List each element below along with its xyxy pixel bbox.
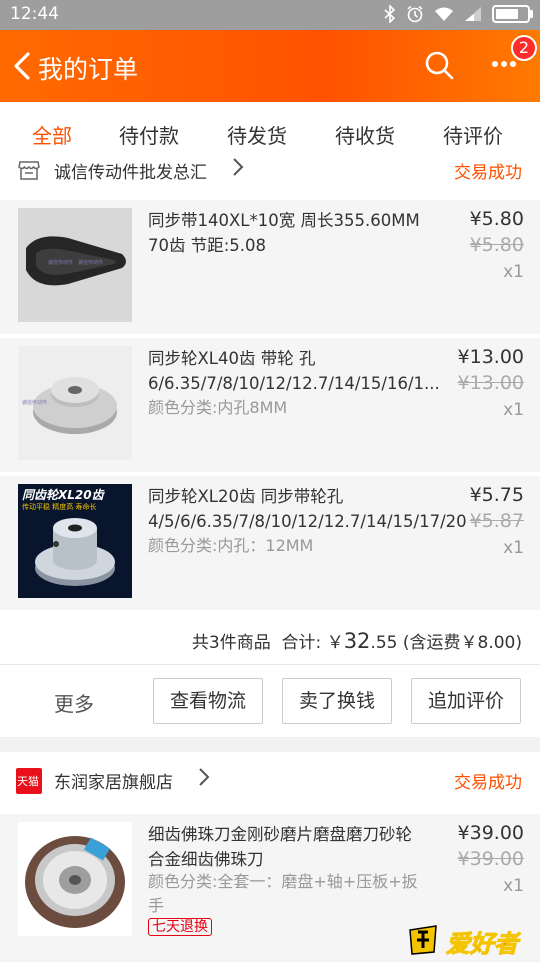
product-quantity: x1 — [503, 262, 524, 282]
order-status: 交易成功 — [454, 773, 522, 793]
chevron-right-icon — [232, 156, 244, 184]
back-arrow-icon[interactable] — [8, 46, 38, 86]
product-price: ¥5.75 — [469, 484, 524, 506]
order-item[interactable]: 诚信传动件 同步轮XL40齿 带轮 孔6/6.35/7/8/10/12/12.7… — [0, 338, 540, 472]
shop-row[interactable]: 天猫 东润家居旗舰店 交易成功 — [0, 760, 540, 802]
shop-name: 东润家居旗舰店 — [54, 773, 173, 793]
svg-text:诚信传动件: 诚信传动件 — [78, 259, 103, 266]
svg-text:诚信传动件: 诚信传动件 — [22, 399, 47, 406]
signal-icon — [465, 7, 481, 21]
total-currency: ￥ — [326, 633, 344, 653]
tmall-logo: 天猫 — [16, 768, 42, 794]
store-icon — [18, 161, 40, 180]
seven-day-return-tag: 七天退换 — [148, 918, 212, 936]
item-count: 共3件商品 — [191, 633, 271, 653]
tab-all[interactable]: 全部 — [32, 120, 72, 149]
product-variant: 颜色分类:内孔：12MM — [148, 536, 314, 555]
product-original-price: ¥39.00 — [457, 848, 524, 870]
status-time: 12:44 — [10, 4, 59, 24]
product-quantity: x1 — [503, 538, 524, 558]
shop-row[interactable]: 诚信传动件批发总汇 交易成功 — [0, 150, 540, 192]
message-badge: 2 — [511, 35, 537, 61]
ellipsis-icon — [492, 61, 516, 67]
order-status: 交易成功 — [454, 163, 522, 183]
order-card: 诚信传动件批发总汇 交易成功 诚信传动件 诚信传动件 同步带140XL*10宽 … — [0, 150, 540, 737]
tab-pending-receipt[interactable]: 待收货 — [335, 120, 395, 149]
product-price: ¥39.00 — [457, 822, 524, 844]
product-title: 同步轮XL40齿 带轮 孔6/6.35/7/8/10/12/12.7/14/15… — [148, 349, 440, 393]
total-label: 合计: — [281, 633, 322, 653]
watermark-logo: 爱好者 — [406, 918, 536, 959]
product-image-pulley-20: 同齿轮XL20齿 传动平稳 精度高 寿命长 — [18, 484, 132, 598]
battery-icon — [492, 5, 533, 23]
chevron-right-icon — [198, 766, 210, 794]
product-image-belt: 诚信传动件 诚信传动件 — [18, 208, 132, 322]
product-quantity: x1 — [503, 400, 524, 420]
product-title: 同步带140XL*10宽 周长355.60MM 70齿 节距:5.08 — [148, 211, 420, 255]
product-original-price: ¥5.80 — [469, 234, 524, 256]
product-price: ¥5.80 — [469, 208, 524, 230]
more-actions-label[interactable]: 更多 — [54, 688, 94, 717]
sell-for-cash-button[interactable]: 卖了换钱 — [282, 678, 392, 724]
product-original-price: ¥5.87 — [469, 510, 524, 532]
add-review-button[interactable]: 追加评价 — [411, 678, 521, 724]
product-original-price: ¥13.00 — [457, 372, 524, 394]
order-item[interactable]: 同齿轮XL20齿 传动平稳 精度高 寿命长 同步轮XL20齿 同步带轮孔4/5/… — [0, 476, 540, 610]
wifi-icon — [435, 7, 453, 21]
product-quantity: x1 — [503, 876, 524, 896]
alarm-icon — [407, 5, 423, 23]
product-title: 同步轮XL20齿 同步带轮孔4/5/6/6.35/7/8/10/12/12.7/… — [148, 487, 467, 531]
bluetooth-icon — [384, 5, 396, 23]
product-price: ¥13.00 — [457, 346, 524, 368]
watermark-text: 爱好者 — [446, 930, 519, 959]
top-bar: 我的订单 2 — [0, 30, 540, 102]
product-variant: 颜色分类:全套一：磨盘+轴+压板+扳手 — [148, 872, 418, 915]
product-image-pulley-40: 诚信传动件 — [18, 346, 132, 460]
svg-text:诚信传动件: 诚信传动件 — [48, 259, 73, 266]
tab-pending-payment[interactable]: 待付款 — [119, 120, 179, 149]
search-icon[interactable] — [424, 50, 454, 80]
product-title: 细齿佛珠刀金刚砂磨片磨盘磨刀砂轮合金细齿佛珠刀 — [148, 825, 412, 869]
shop-name: 诚信传动件批发总汇 — [54, 163, 207, 183]
order-total: 共3件商品 合计: ￥32.55 (含运费￥8.00) — [192, 628, 522, 653]
status-bar: 12:44 — [0, 0, 540, 30]
product-variant: 颜色分类:内孔8MM — [148, 398, 288, 417]
shipping-fee: (含运费￥8.00) — [402, 633, 522, 653]
view-logistics-button[interactable]: 查看物流 — [153, 678, 263, 724]
product-image-grinding-disc — [18, 822, 132, 936]
page-title: 我的订单 — [38, 55, 139, 84]
tmall-logo-text: 天猫 — [17, 775, 39, 788]
divider — [0, 664, 540, 665]
total-amount: 32 — [343, 629, 371, 653]
total-decimals: .55 — [370, 633, 398, 653]
status-icons — [384, 5, 533, 23]
tab-pending-review[interactable]: 待评价 — [443, 120, 503, 149]
tab-pending-shipment[interactable]: 待发货 — [227, 120, 287, 149]
order-item[interactable]: 诚信传动件 诚信传动件 同步带140XL*10宽 周长355.60MM 70齿 … — [0, 200, 540, 334]
